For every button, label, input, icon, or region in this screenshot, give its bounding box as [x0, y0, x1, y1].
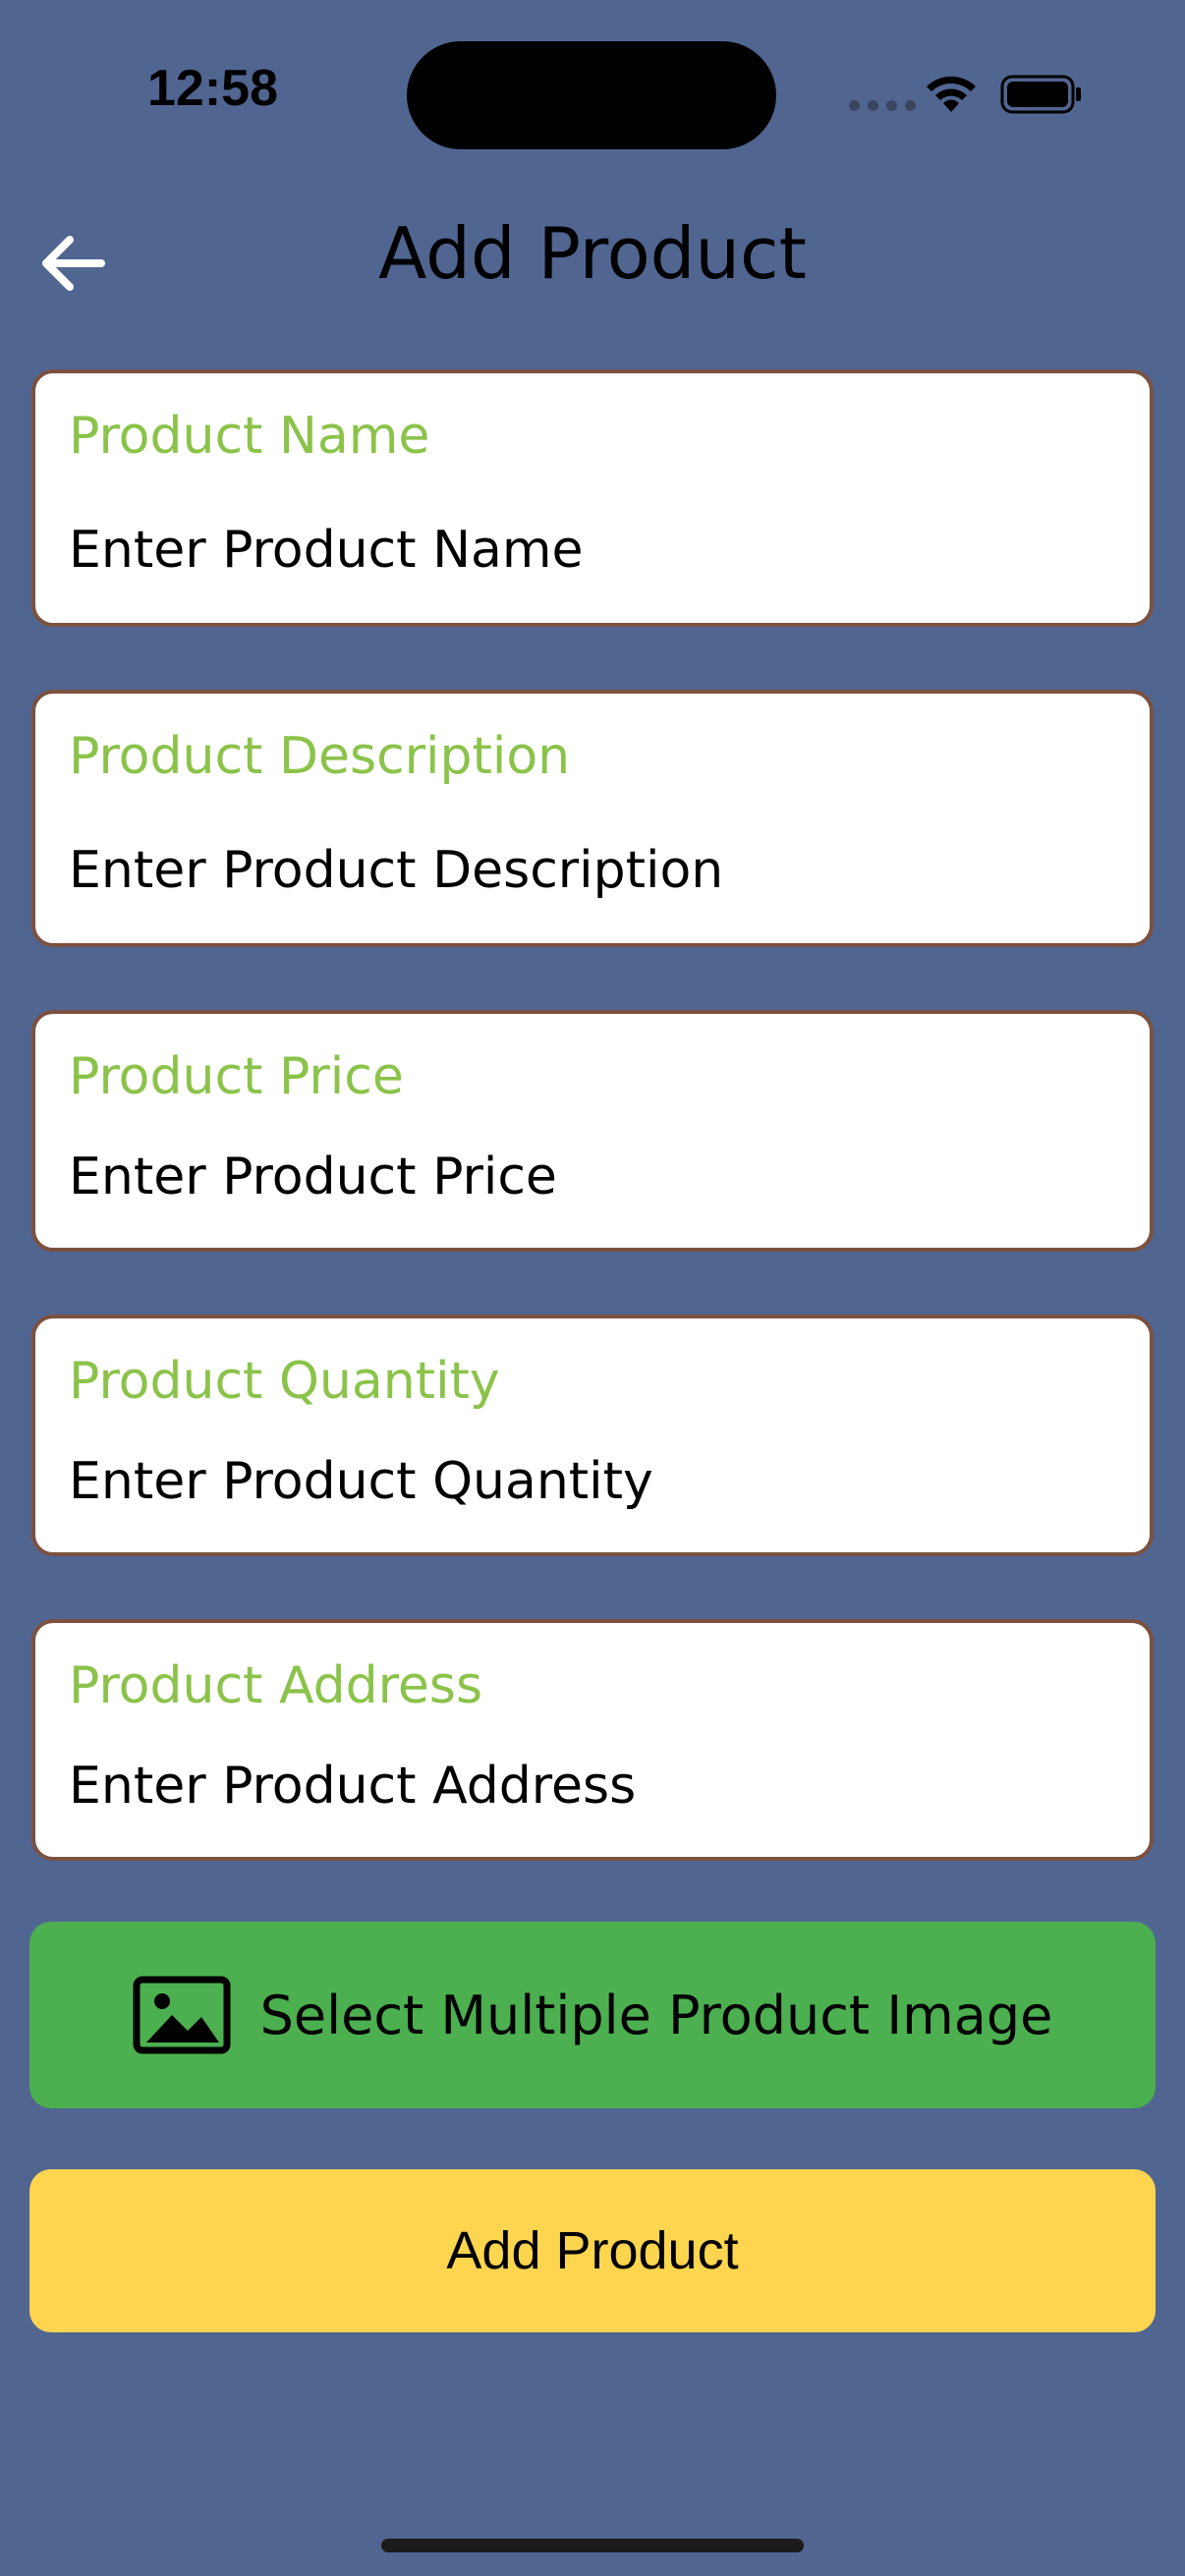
add-product-button[interactable]: Add Product [29, 2169, 1156, 2332]
product-address-field[interactable]: Product Address [31, 1619, 1154, 1861]
product-description-field[interactable]: Product Description [31, 690, 1154, 947]
dynamic-island [407, 41, 776, 149]
product-address-label: Product Address [69, 1656, 483, 1715]
status-time: 12:58 [147, 60, 278, 117]
product-name-field[interactable]: Product Name [31, 369, 1154, 627]
image-icon [133, 1976, 231, 2054]
product-price-input[interactable] [69, 1148, 1110, 1206]
product-quantity-label: Product Quantity [69, 1352, 500, 1411]
product-address-input[interactable] [69, 1757, 1110, 1816]
page-title: Add Product [378, 212, 807, 295]
product-quantity-input[interactable] [69, 1452, 1110, 1511]
product-price-field[interactable]: Product Price [31, 1010, 1154, 1252]
home-indicator [381, 2539, 804, 2552]
product-quantity-field[interactable]: Product Quantity [31, 1315, 1154, 1556]
product-description-input[interactable] [69, 841, 1110, 900]
cellular-icon [849, 100, 916, 111]
product-price-label: Product Price [69, 1047, 404, 1106]
product-name-input[interactable] [69, 521, 1110, 580]
select-images-button[interactable]: Select Multiple Product Image [29, 1922, 1156, 2108]
battery-icon [1000, 75, 1081, 114]
product-description-label: Product Description [69, 727, 571, 786]
wifi-icon [927, 76, 976, 112]
product-name-label: Product Name [69, 407, 430, 466]
select-images-label: Select Multiple Product Image [259, 1984, 1053, 2046]
